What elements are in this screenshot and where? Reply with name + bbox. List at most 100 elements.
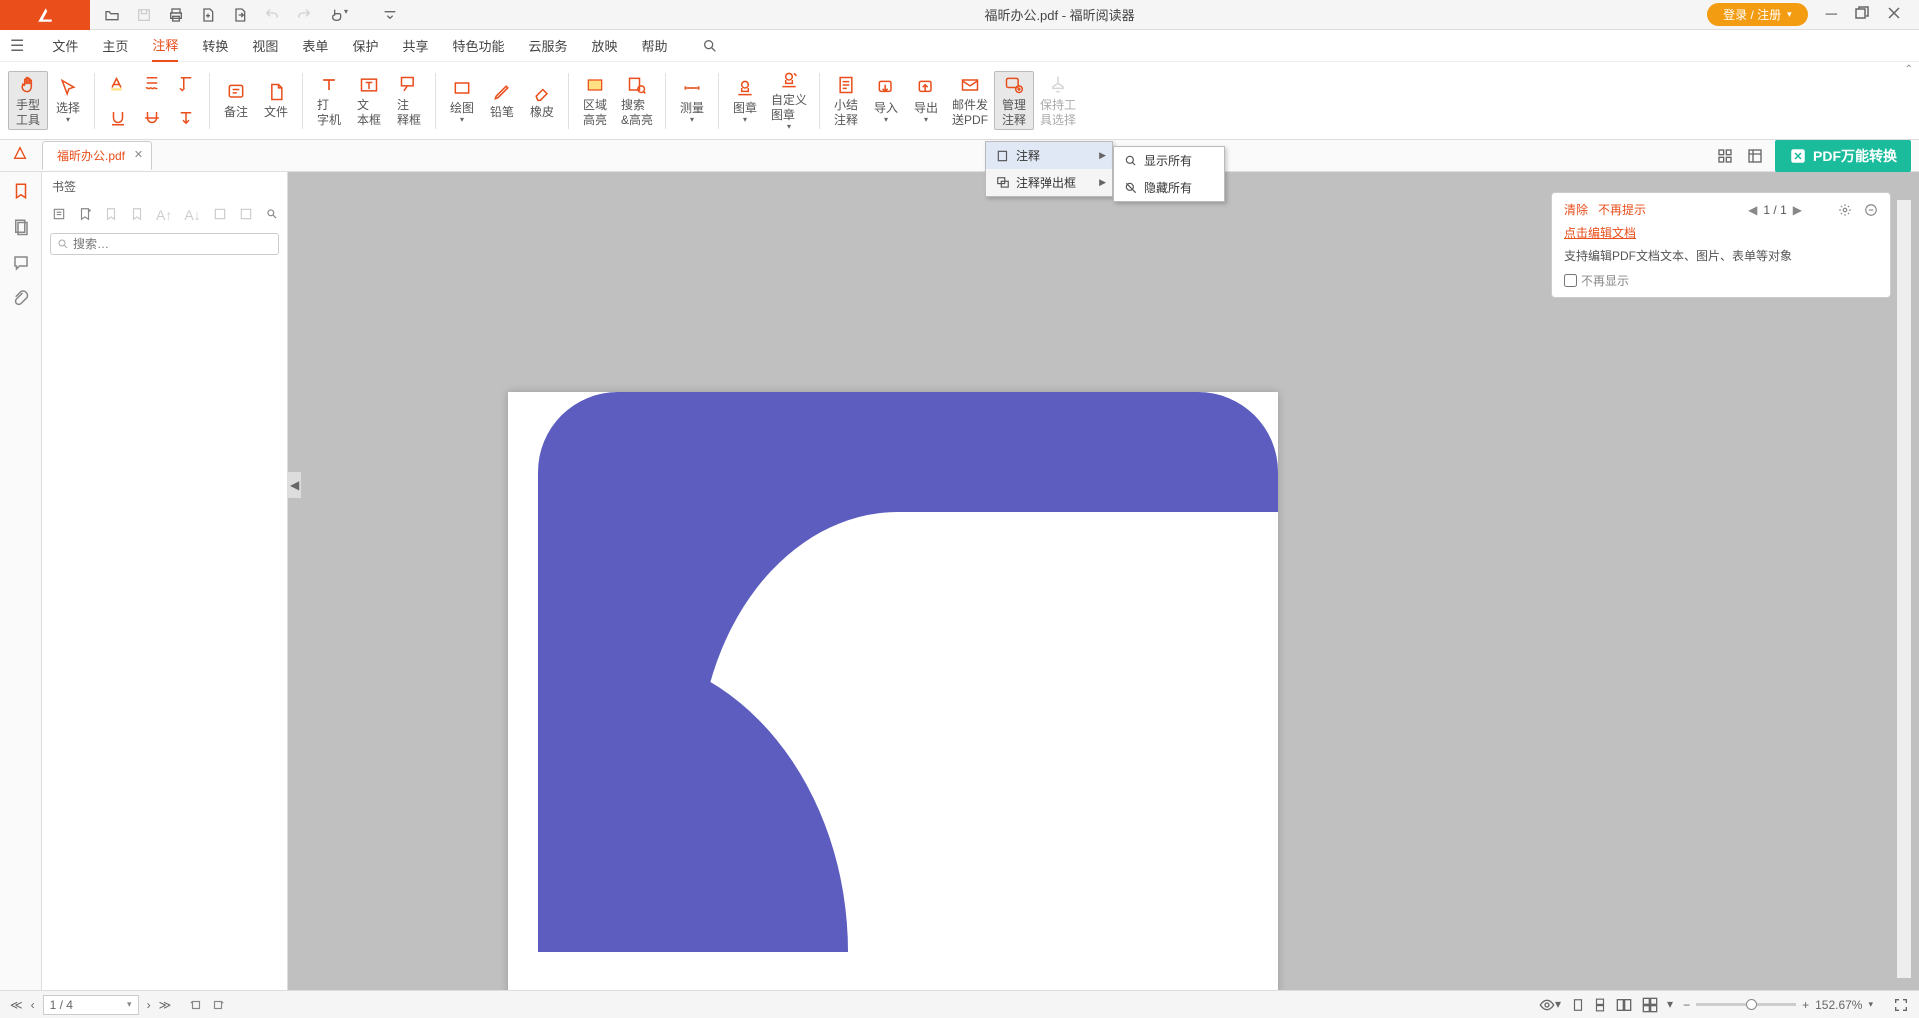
bm-font-dec-icon[interactable]: A↓ [182,205,202,225]
bookmarks-icon[interactable] [12,182,30,200]
tip-prev-icon[interactable]: ◀ [1748,203,1757,217]
menu-item-hide-all[interactable]: 隐藏所有 [1114,174,1224,201]
bm-tool1-icon[interactable] [211,205,229,225]
rotate-left-icon[interactable] [189,998,203,1012]
shape-tool-icon[interactable] [12,145,28,166]
textbox-button[interactable]: 文 本框 [349,72,389,129]
last-page-icon[interactable]: ≫ [159,998,172,1012]
pencil-button[interactable]: 铅笔 [482,79,522,121]
first-page-icon[interactable]: ≪ [10,998,23,1012]
zoom-out-icon[interactable]: − [1683,998,1690,1012]
tab-present[interactable]: 放映 [592,30,618,61]
zoom-in-icon[interactable]: + [1802,998,1809,1012]
email-pdf-button[interactable]: 邮件发 送PDF [946,72,994,129]
prev-page-icon[interactable]: ‹ [31,998,35,1012]
tab-help[interactable]: 帮助 [642,30,668,61]
hand-tool-button[interactable]: 手型 工具 [8,71,48,130]
rotate-right-icon[interactable] [211,998,225,1012]
import-button[interactable]: 导入 ▾ [866,75,906,127]
bm-expand-icon[interactable] [102,205,120,225]
manage-annotations-button[interactable]: 管理 注释 [994,71,1034,130]
stamp-button[interactable]: 图章 ▾ [725,75,765,127]
search-highlight-button[interactable]: 搜索 &高亮 [615,72,659,129]
open-icon[interactable] [104,7,120,23]
maximize-icon[interactable] [1855,6,1869,24]
insert-text-icon[interactable] [169,107,203,129]
tip-checkbox-input[interactable] [1564,274,1577,287]
page-add-icon[interactable] [200,7,216,23]
collapse-panel-icon[interactable]: ◀ [288,472,301,498]
pages-icon[interactable] [12,218,30,236]
draw-button[interactable]: 绘图 ▾ [442,75,482,127]
keep-tool-button[interactable]: 保持工 具选择 [1034,72,1082,129]
tab-annotate[interactable]: 注释 [152,29,178,62]
qat-more-icon[interactable] [382,10,398,20]
menu-item-show-all[interactable]: 显示所有 [1114,147,1224,174]
touch-icon[interactable]: ▾ [328,7,348,23]
facing-icon[interactable] [1615,997,1633,1013]
underline-icon[interactable] [101,107,135,129]
strikeout-icon[interactable] [135,107,169,129]
visibility-icon[interactable]: ▾ [1539,997,1561,1013]
thumbnails-icon[interactable] [1715,146,1735,166]
menu-item-annotate[interactable]: 注释 ▶ [986,142,1112,169]
fit-mode-icon[interactable]: ▾ [1667,997,1673,1013]
summary-button[interactable]: 小结 注释 [826,72,866,129]
close-icon[interactable] [1887,6,1901,24]
next-page-icon[interactable]: › [147,998,151,1012]
tip-next-icon[interactable]: ▶ [1793,203,1802,217]
squiggly-icon[interactable] [135,72,169,94]
bm-add-icon[interactable] [76,205,94,225]
bm-search-icon[interactable] [263,205,281,225]
pdf-convert-button[interactable]: PDF万能转换 [1775,140,1911,172]
bookmarks-search[interactable] [50,233,279,255]
document-tab[interactable]: 福昕办公.pdf ✕ [42,141,152,170]
minimize-icon[interactable]: ─ [1826,6,1837,24]
typewriter-button[interactable]: 打 字机 [309,72,349,129]
tip-minimize-icon[interactable] [1864,203,1878,217]
note-button[interactable]: 备注 [216,79,256,121]
attachments-icon[interactable] [12,290,30,308]
print-icon[interactable] [168,7,184,23]
document-viewer[interactable]: ◀ 清除 不再提示 ◀ 1 / 1 ▶ 点击编辑文档 支持编辑 [288,172,1919,990]
tab-home[interactable]: 主页 [102,30,128,61]
save-icon[interactable] [136,7,152,23]
tip-clear-link[interactable]: 清除 [1564,201,1588,218]
replace-text-icon[interactable] [169,72,203,94]
undo-icon[interactable] [264,7,280,23]
tab-form[interactable]: 表单 [302,30,328,61]
search-icon[interactable] [702,38,718,54]
callout-button[interactable]: 注 释框 [389,72,429,129]
bm-outline-icon[interactable] [50,205,68,225]
tip-noshow-link[interactable]: 不再提示 [1598,201,1646,218]
tab-share[interactable]: 共享 [402,30,428,61]
continuous-icon[interactable] [1593,997,1607,1013]
area-highlight-button[interactable]: 区域 高亮 [575,72,615,129]
redo-icon[interactable] [296,7,312,23]
tip-settings-icon[interactable] [1838,203,1852,217]
tip-edit-link[interactable]: 点击编辑文档 [1564,224,1878,241]
tab-special[interactable]: 特色功能 [452,30,504,61]
tab-convert[interactable]: 转换 [202,30,228,61]
zoom-slider[interactable] [1696,1003,1796,1006]
menu-item-popup[interactable]: 注释弹出框 ▶ [986,169,1112,196]
export-button[interactable]: 导出 ▾ [906,75,946,127]
bm-collapse-icon[interactable] [128,205,146,225]
highlight-icon[interactable] [101,72,135,94]
tab-view[interactable]: 视图 [252,30,278,61]
fullscreen-icon[interactable] [1893,997,1909,1013]
collapse-ribbon-icon[interactable]: ⌃ [1905,64,1913,75]
single-page-icon[interactable] [1571,997,1585,1013]
login-button[interactable]: 登录 / 注册 ▾ [1707,3,1808,26]
tip-checkbox[interactable]: 不再显示 [1564,272,1878,289]
hamburger-icon[interactable]: ☰ [10,36,24,56]
tab-file[interactable]: 文件 [52,36,78,55]
bm-font-inc-icon[interactable]: A↑ [154,205,174,225]
bookmarks-search-input[interactable] [73,237,272,251]
vertical-scrollbar[interactable] [1897,200,1911,978]
measure-button[interactable]: 测量 ▾ [672,75,712,127]
tab-protect[interactable]: 保护 [352,30,378,61]
reflow-icon[interactable] [1745,146,1765,166]
comments-icon[interactable] [12,254,30,272]
custom-stamp-button[interactable]: 自定义 图章 ▾ [765,67,813,133]
